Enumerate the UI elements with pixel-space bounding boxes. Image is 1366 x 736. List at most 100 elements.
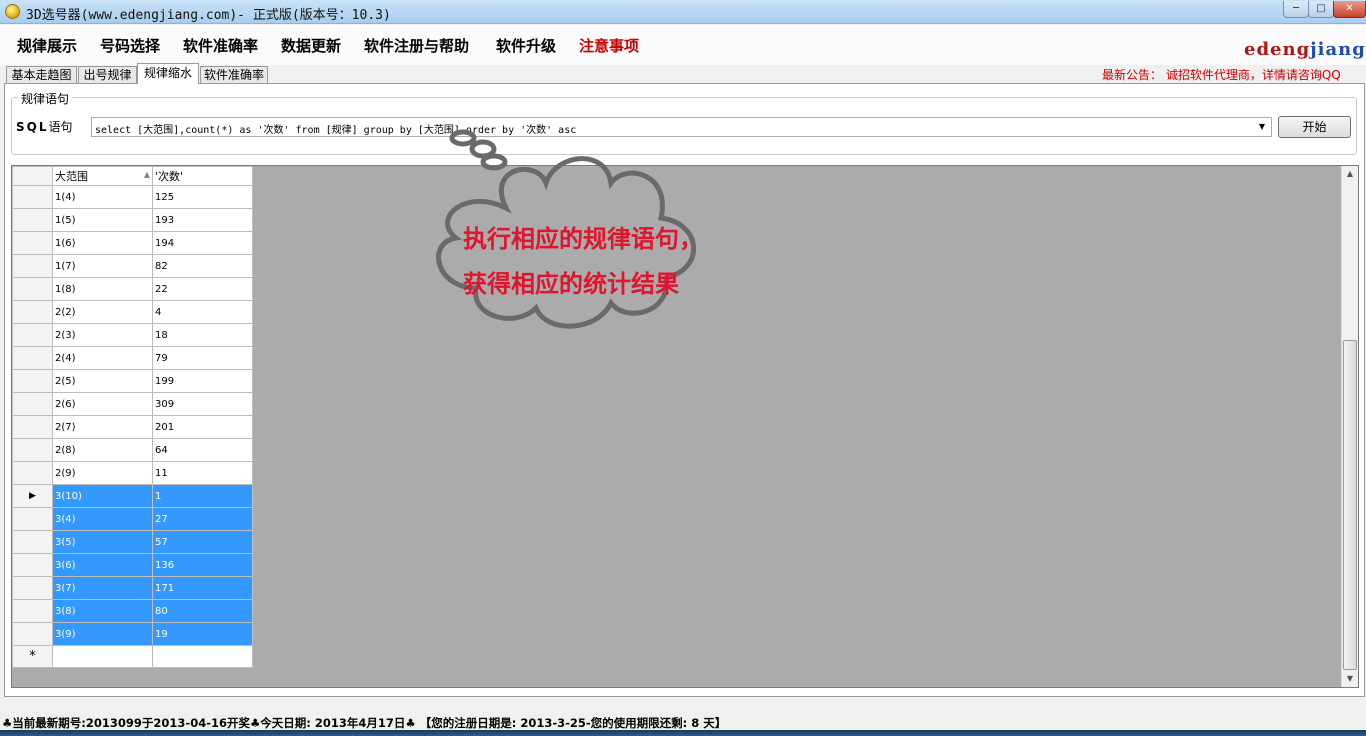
table-row[interactable]: 2(5) 199	[12, 369, 253, 393]
tab-draw-rules[interactable]: 出号规律	[78, 66, 137, 84]
cell-range[interactable]: 3(5)	[52, 530, 153, 554]
menu-notes[interactable]: 注意事项	[579, 35, 639, 56]
row-header[interactable]	[12, 599, 53, 623]
row-header[interactable]	[12, 438, 53, 462]
cell-range[interactable]: 2(5)	[52, 369, 153, 393]
cell-count[interactable]: 57	[152, 530, 253, 554]
cell-count[interactable]: 125	[152, 185, 253, 209]
row-header[interactable]	[12, 323, 53, 347]
menu-upgrade[interactable]: 软件升级	[496, 35, 556, 56]
cell-count[interactable]: 171	[152, 576, 253, 600]
table-row[interactable]: 2(8) 64	[12, 438, 253, 462]
table-row[interactable]: 3(7) 171	[12, 576, 253, 600]
tab-rule-filter[interactable]: 规律缩水	[137, 63, 199, 84]
cell-count[interactable]: 19	[152, 622, 253, 646]
table-row[interactable]: 2(6) 309	[12, 392, 253, 416]
new-cell-count[interactable]	[152, 645, 253, 668]
table-row[interactable]: ▶ 3(10) 1	[12, 484, 253, 508]
cell-count[interactable]: 27	[152, 507, 253, 531]
cell-count[interactable]: 199	[152, 369, 253, 393]
cell-count[interactable]: 79	[152, 346, 253, 370]
table-row[interactable]: 1(4) 125	[12, 185, 253, 209]
table-row[interactable]: 2(3) 18	[12, 323, 253, 347]
scroll-thumb[interactable]	[1343, 340, 1357, 670]
row-header[interactable]	[12, 185, 53, 209]
table-row[interactable]: 2(7) 201	[12, 415, 253, 439]
cell-count[interactable]: 194	[152, 231, 253, 255]
table-row[interactable]: 2(4) 79	[12, 346, 253, 370]
row-header[interactable]	[12, 622, 53, 646]
scroll-down-icon[interactable]: ▼	[1342, 671, 1358, 687]
menu-rule-display[interactable]: 规律展示	[17, 35, 77, 56]
row-header[interactable]	[12, 553, 53, 577]
cell-count[interactable]: 64	[152, 438, 253, 462]
row-header[interactable]	[12, 277, 53, 301]
menu-accuracy[interactable]: 软件准确率	[183, 35, 258, 56]
table-row[interactable]: 1(5) 193	[12, 208, 253, 232]
cell-range[interactable]: 3(6)	[52, 553, 153, 577]
table-row[interactable]: 1(7) 82	[12, 254, 253, 278]
column-header-count[interactable]: '次数'	[152, 166, 253, 186]
table-row[interactable]: 3(9) 19	[12, 622, 253, 646]
dropdown-arrow-icon[interactable]: ▼	[1255, 120, 1269, 134]
cell-range[interactable]: 3(7)	[52, 576, 153, 600]
cell-range[interactable]: 2(4)	[52, 346, 153, 370]
menu-data-update[interactable]: 数据更新	[281, 35, 341, 56]
cell-range[interactable]: 3(4)	[52, 507, 153, 531]
row-header[interactable]	[12, 254, 53, 278]
row-header[interactable]	[12, 369, 53, 393]
table-row[interactable]: 3(4) 27	[12, 507, 253, 531]
cell-range[interactable]: 2(7)	[52, 415, 153, 439]
row-header[interactable]	[12, 576, 53, 600]
cell-count[interactable]: 82	[152, 254, 253, 278]
cell-count[interactable]: 4	[152, 300, 253, 324]
table-row[interactable]: 1(8) 22	[12, 277, 253, 301]
row-header[interactable]	[12, 300, 53, 324]
cell-range[interactable]: 1(4)	[52, 185, 153, 209]
cell-count[interactable]: 201	[152, 415, 253, 439]
cell-range[interactable]: 1(5)	[52, 208, 153, 232]
cell-count[interactable]: 193	[152, 208, 253, 232]
new-row[interactable]: *	[12, 645, 253, 668]
row-header[interactable]: ▶	[12, 484, 53, 508]
tab-basic-trend[interactable]: 基本走趋图	[6, 66, 77, 84]
close-button[interactable]: ✕	[1333, 1, 1366, 18]
cell-range[interactable]: 1(8)	[52, 277, 153, 301]
cell-range[interactable]: 2(9)	[52, 461, 153, 485]
table-row[interactable]: 1(6) 194	[12, 231, 253, 255]
row-header[interactable]	[12, 461, 53, 485]
cell-range[interactable]: 2(2)	[52, 300, 153, 324]
vertical-scrollbar[interactable]: ▲ ▼	[1341, 166, 1358, 687]
minimize-button[interactable]: ─	[1283, 1, 1309, 18]
row-header[interactable]	[12, 530, 53, 554]
cell-range[interactable]: 3(8)	[52, 599, 153, 623]
cell-count[interactable]: 136	[152, 553, 253, 577]
maximize-button[interactable]: □	[1308, 1, 1334, 18]
cell-range[interactable]: 3(9)	[52, 622, 153, 646]
cell-range[interactable]: 3(10)	[52, 484, 153, 508]
cell-count[interactable]: 309	[152, 392, 253, 416]
row-header[interactable]	[12, 346, 53, 370]
cell-count[interactable]: 80	[152, 599, 253, 623]
table-row[interactable]: 3(6) 136	[12, 553, 253, 577]
menu-number-select[interactable]: 号码选择	[100, 35, 160, 56]
cell-range[interactable]: 2(3)	[52, 323, 153, 347]
scroll-up-icon[interactable]: ▲	[1342, 166, 1358, 182]
row-header[interactable]	[12, 507, 53, 531]
cell-count[interactable]: 18	[152, 323, 253, 347]
cell-range[interactable]: 1(7)	[52, 254, 153, 278]
table-row[interactable]: 2(2) 4	[12, 300, 253, 324]
cell-count[interactable]: 1	[152, 484, 253, 508]
row-header[interactable]	[12, 392, 53, 416]
cell-range[interactable]: 2(6)	[52, 392, 153, 416]
row-header[interactable]	[12, 231, 53, 255]
row-header[interactable]	[12, 208, 53, 232]
table-row[interactable]: 3(8) 80	[12, 599, 253, 623]
table-row[interactable]: 3(5) 57	[12, 530, 253, 554]
table-row[interactable]: 2(9) 11	[12, 461, 253, 485]
new-row-marker[interactable]: *	[12, 645, 53, 668]
row-header[interactable]	[12, 415, 53, 439]
column-header-range[interactable]: 大范围 ▲	[52, 166, 153, 186]
menu-register-help[interactable]: 软件注册与帮助	[364, 35, 469, 56]
start-button[interactable]: 开始	[1278, 116, 1351, 138]
